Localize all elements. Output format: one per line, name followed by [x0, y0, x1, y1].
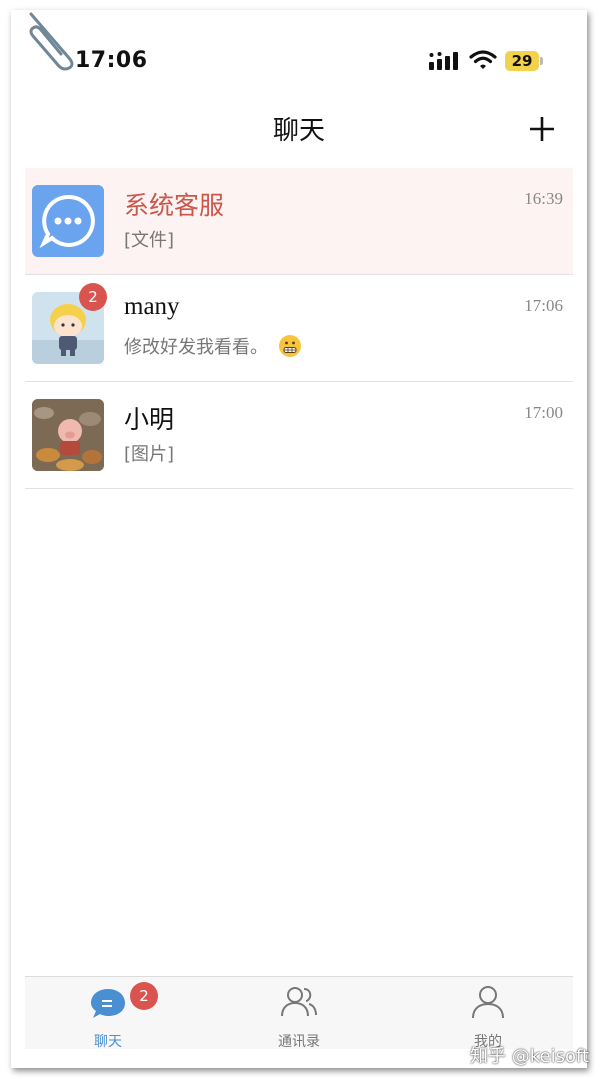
- wifi-icon: [469, 50, 497, 69]
- tab-label: 通讯录: [278, 1034, 320, 1050]
- chat-name: 系统客服: [124, 191, 225, 220]
- chat-name: 小明: [124, 405, 175, 434]
- chat-row-xiaoming[interactable]: 小明 [图片] 17:00: [25, 382, 573, 489]
- chat-row-system-service[interactable]: 系统客服 [文件] 16:39: [25, 168, 573, 275]
- chat-preview: [图片]: [124, 444, 175, 465]
- avatar-image: [32, 399, 104, 471]
- avatar: [32, 185, 104, 257]
- avatar: [32, 399, 104, 471]
- chat-time: 16:39: [524, 189, 563, 208]
- chat-time: 17:00: [524, 403, 563, 422]
- chat-preview: [文件]: [124, 230, 175, 251]
- tab-badge: 2: [130, 982, 158, 1010]
- tab-contacts[interactable]: 通讯录: [224, 977, 374, 1050]
- status-time: 17:06: [75, 48, 148, 73]
- chat-time: 17:06: [524, 296, 563, 315]
- tab-chat[interactable]: 2 聊天: [33, 977, 183, 1050]
- tab-me[interactable]: 我的: [413, 977, 563, 1050]
- battery-indicator: 29: [505, 51, 539, 71]
- chat-row-many[interactable]: 2 many 修改好发我看看。 17:06: [25, 275, 573, 382]
- tab-bar: 2 聊天 通讯录 我的: [25, 976, 573, 1050]
- unread-badge: 2: [79, 283, 107, 311]
- chat-preview-text: 修改好发我看看。: [124, 337, 268, 358]
- grimace-emoji-icon: [278, 335, 301, 357]
- contacts-icon: [281, 987, 317, 1017]
- chat-bubble-icon: [39, 194, 95, 249]
- signal-icon: [429, 52, 458, 70]
- phone-screen: 17:06 29 聊天 系统客服 [文件] 16:39 2 many 修改好发我…: [11, 10, 587, 1068]
- chat-preview: 修改好发我看看。: [124, 333, 302, 359]
- page-title: 聊天: [272, 116, 325, 146]
- plus-icon[interactable]: [529, 116, 555, 142]
- battery-cap: [540, 57, 543, 65]
- tab-label: 聊天: [94, 1034, 122, 1050]
- watermark: 知乎 @keisoft: [470, 1046, 590, 1067]
- profile-icon: [472, 986, 504, 1019]
- chat-bubble-icon: [91, 989, 125, 1018]
- chat-name: many: [124, 293, 180, 320]
